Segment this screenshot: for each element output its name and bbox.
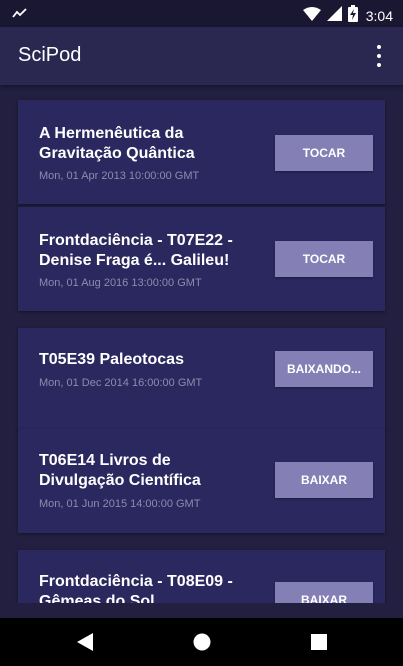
episode-title: T06E14 Livros de Divulgação Científica	[39, 452, 201, 489]
menu-dot	[377, 54, 381, 58]
episode-date: Mon, 01 Apr 2013 10:00:00 GMT	[39, 170, 200, 182]
navigation-bar	[0, 618, 403, 666]
battery-charging-icon	[347, 5, 358, 27]
recents-icon[interactable]	[307, 630, 331, 654]
signal-icon	[326, 6, 342, 26]
menu-dot	[377, 45, 381, 49]
episode-card[interactable]: Frontdaciência - T07E22 - Denise Fraga é…	[18, 207, 385, 311]
play-button[interactable]: TOCAR	[275, 241, 373, 277]
overflow-menu-icon[interactable]	[369, 45, 389, 67]
episode-title: Frontdaciência - T08E09 - Gêmeas do Sol	[39, 573, 233, 603]
play-button[interactable]: TOCAR	[275, 135, 373, 171]
activity-icon	[12, 6, 28, 25]
episode-title: T05E39 Paleotocas	[39, 351, 184, 368]
download-button[interactable]: BAIXAR	[275, 582, 373, 603]
downloading-button[interactable]: BAIXANDO...	[275, 351, 373, 387]
episode-title: A Hermenêutica da Gravitação Quântica	[39, 125, 195, 162]
episode-card[interactable]: T06E14 Livros de Divulgação Científica M…	[18, 429, 385, 533]
episode-card[interactable]: Frontdaciência - T08E09 - Gêmeas do Sol …	[18, 550, 385, 603]
episode-date: Mon, 01 Dec 2014 16:00:00 GMT	[39, 377, 203, 389]
episode-title: Frontdaciência - T07E22 - Denise Fraga é…	[39, 232, 233, 269]
status-time: 3:04	[365, 8, 393, 24]
episode-date: Mon, 01 Jun 2015 14:00:00 GMT	[39, 498, 201, 510]
home-icon[interactable]	[190, 630, 214, 654]
episode-date: Mon, 01 Aug 2016 13:00:00 GMT	[39, 277, 202, 289]
menu-dot	[377, 63, 381, 67]
download-button[interactable]: BAIXAR	[275, 462, 373, 498]
status-bar: 3:04	[0, 0, 403, 27]
episode-card[interactable]: A Hermenêutica da Gravitação Quântica Mo…	[18, 100, 385, 204]
back-icon[interactable]	[73, 630, 97, 654]
app-bar: SciPod	[0, 27, 403, 85]
episode-card[interactable]: T05E39 Paleotocas Mon, 01 Dec 2014 16:00…	[18, 328, 385, 432]
wifi-icon	[302, 6, 321, 26]
app-title: SciPod	[18, 44, 82, 66]
episode-list[interactable]: A Hermenêutica da Gravitação Quântica Mo…	[0, 85, 403, 603]
